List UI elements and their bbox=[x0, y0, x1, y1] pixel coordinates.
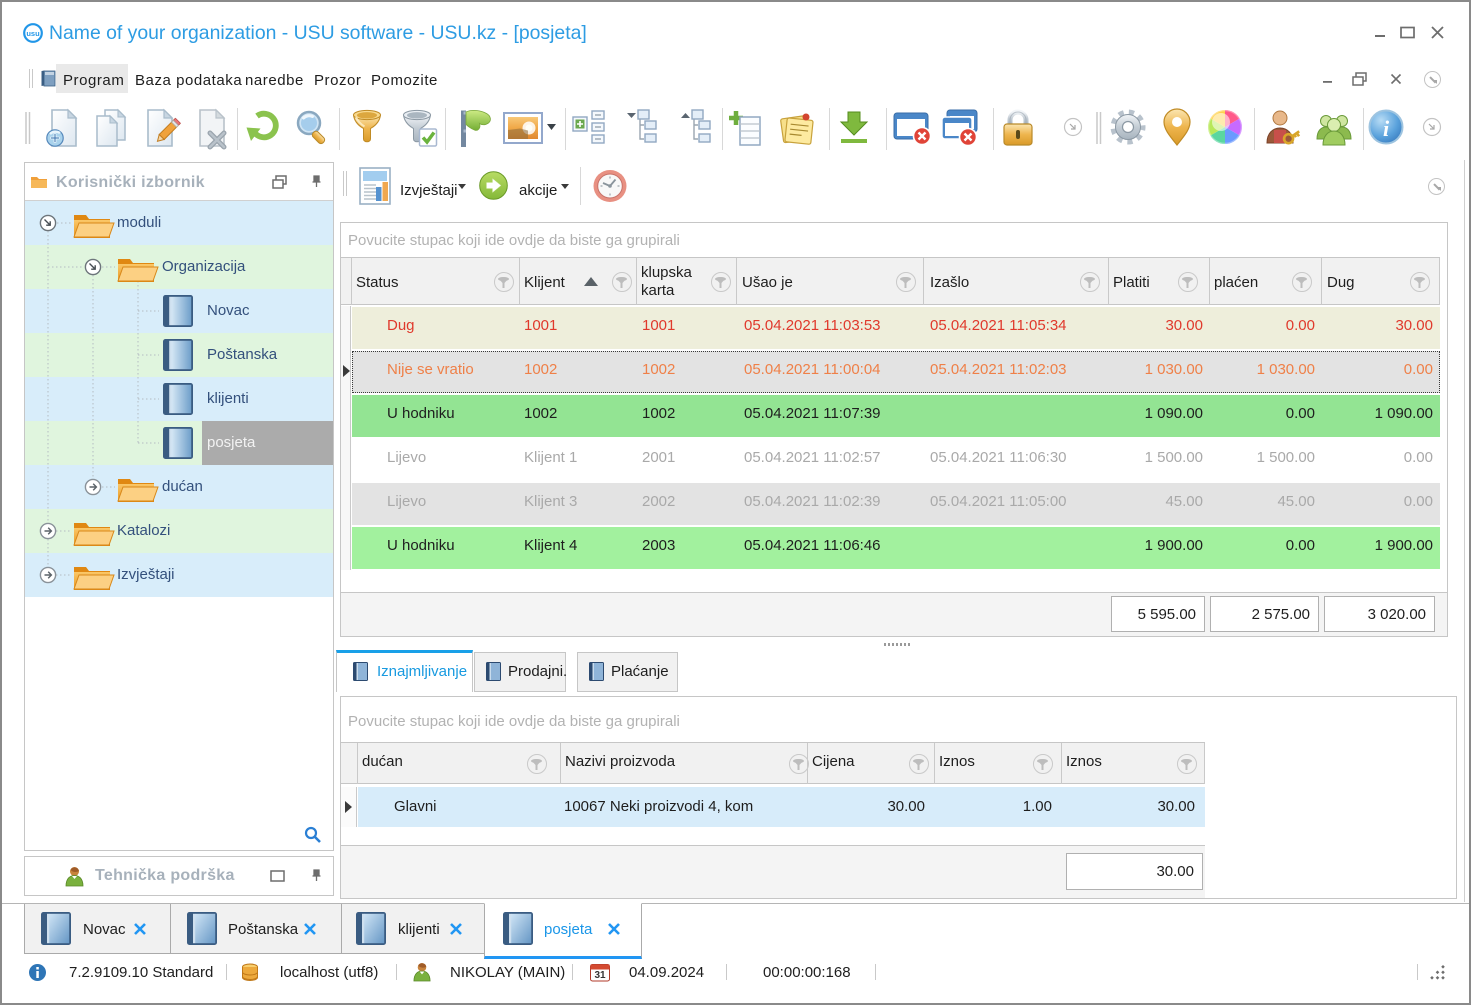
svg-text:i: i bbox=[1383, 116, 1390, 141]
svg-text:31: 31 bbox=[594, 970, 606, 981]
svg-text:usu: usu bbox=[26, 29, 40, 38]
